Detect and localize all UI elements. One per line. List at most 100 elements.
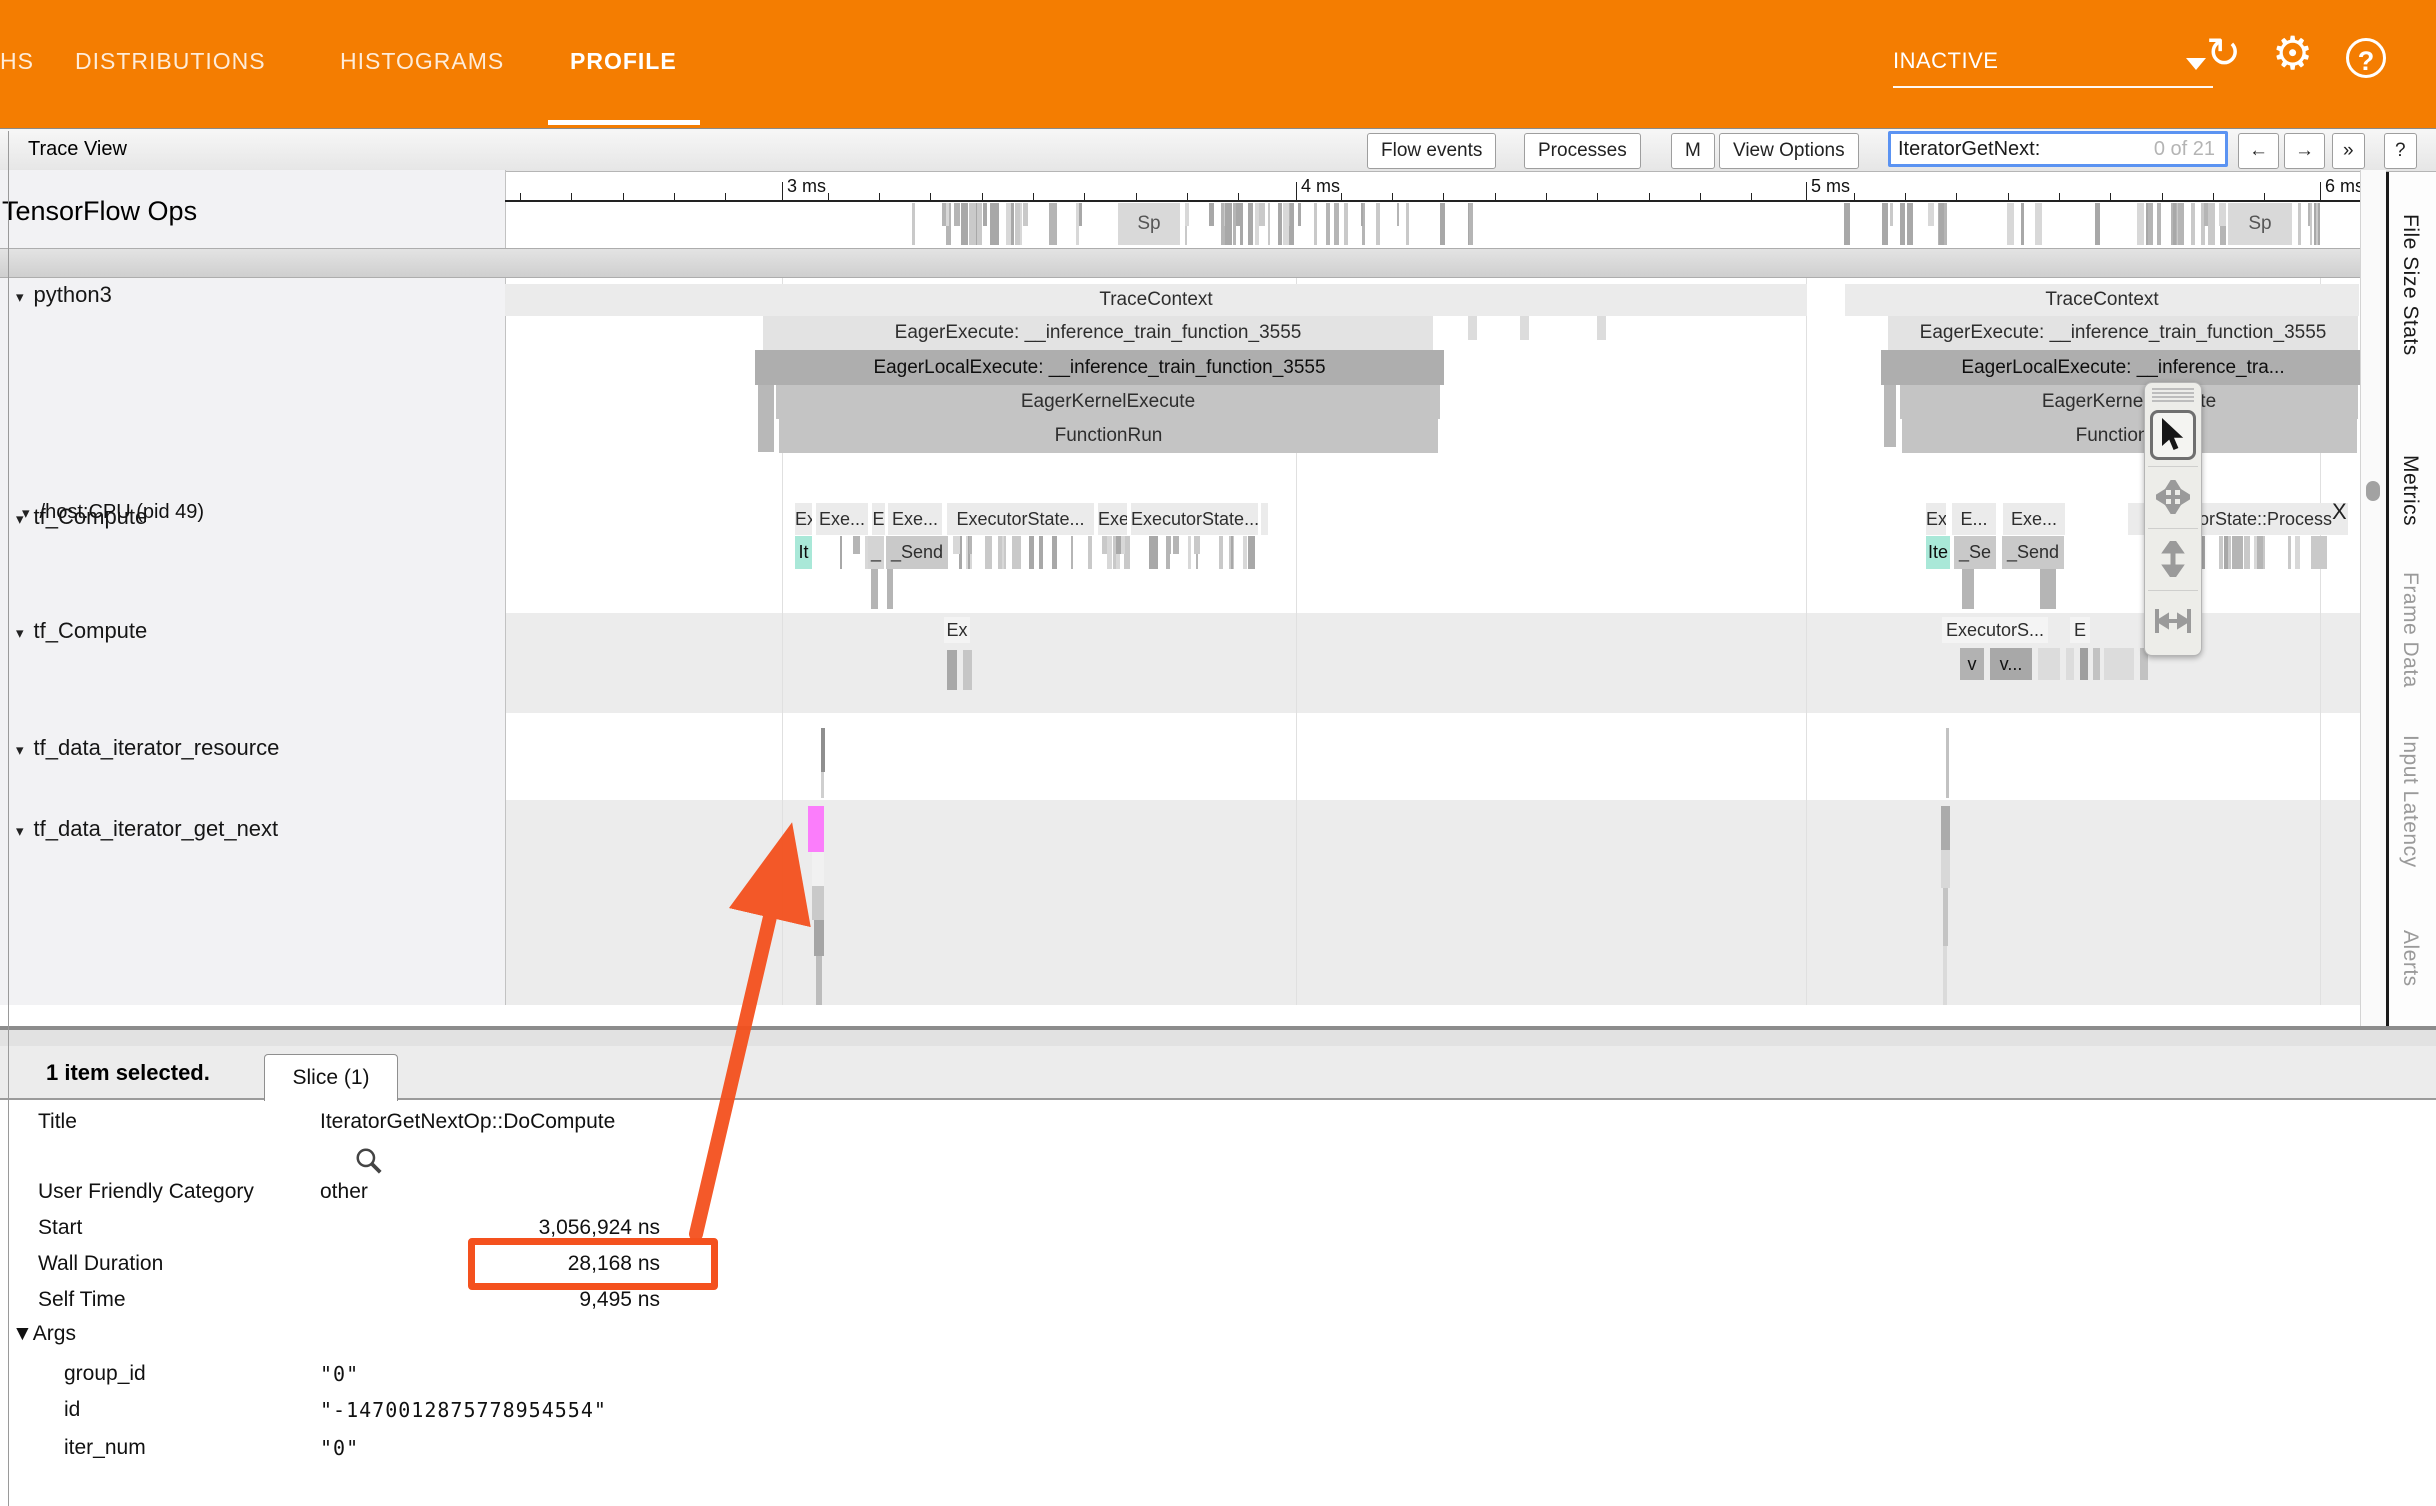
trace-slice[interactable]: EagerLocalExecute: __inference_tra...: [1881, 350, 2365, 385]
trace-slice[interactable]: EagerLocalExecute: __inference_train_fun…: [755, 350, 1444, 385]
trace-slice[interactable]: E: [872, 503, 885, 535]
search-nav-button[interactable]: →: [2284, 133, 2325, 169]
toolbar-button-processes[interactable]: Processes: [1524, 133, 1641, 169]
process-header-bar[interactable]: ▾/host:CPU (pid 49) X: [0, 248, 2360, 278]
trace-slice-unlabeled[interactable]: [758, 385, 774, 452]
palette-drag-handle[interactable]: [2152, 388, 2194, 402]
toolbar-button-m[interactable]: M: [1671, 133, 1715, 169]
trace-slice[interactable]: Exe...: [888, 503, 942, 535]
trace-slice-unlabeled[interactable]: [963, 650, 972, 690]
tab-profile[interactable]: PROFILE: [570, 48, 677, 75]
trace-slice-unlabeled[interactable]: [871, 569, 878, 609]
side-tab-frame-data[interactable]: Frame Data: [2398, 572, 2422, 688]
trace-slice-unlabeled[interactable]: [1468, 316, 1477, 340]
gear-icon[interactable]: ⚙: [2272, 32, 2313, 74]
trace-slice-unlabeled[interactable]: [1261, 503, 1268, 535]
trace-slice[interactable]: Ex: [944, 617, 970, 643]
trace-slice-unlabeled[interactable]: [1943, 946, 1947, 1005]
trace-slice[interactable]: EagerExecute: __inference_train_function…: [1888, 316, 2358, 350]
trace-slice[interactable]: Exe...: [2003, 503, 2065, 535]
trace-slice-unlabeled[interactable]: [2311, 536, 2327, 569]
help-icon[interactable]: ?: [2346, 38, 2386, 78]
side-tab-input-latency[interactable]: Input Latency: [2398, 735, 2422, 868]
trace-slice-unlabeled[interactable]: [1962, 569, 1974, 609]
toolbar-button-flow-events[interactable]: Flow events: [1367, 133, 1496, 169]
trace-slice[interactable]: _Se: [1954, 536, 1996, 569]
chevron-down-icon[interactable]: [2186, 58, 2206, 70]
trace-slice[interactable]: Exe: [1098, 503, 1127, 535]
trace-slice-unlabeled[interactable]: [1884, 385, 1896, 447]
trace-slice[interactable]: Exe...: [816, 503, 868, 535]
trace-slice-unlabeled[interactable]: [821, 772, 824, 798]
run-status-select[interactable]: INACTIVE: [1893, 48, 1998, 74]
trace-slice-unlabeled[interactable]: [2093, 648, 2100, 680]
selection-tool-button[interactable]: [2150, 410, 2196, 460]
trace-slice[interactable]: EagerKernelExecute: [1900, 385, 2358, 419]
trace-slice-unlabeled[interactable]: [1520, 316, 1529, 340]
trace-slice[interactable]: EagerKernelExecute: [776, 385, 1440, 419]
search-nav-button[interactable]: »: [2332, 133, 2365, 169]
trace-slice[interactable]: It: [795, 536, 812, 569]
trace-slice[interactable]: ExecutorState...: [1131, 503, 1258, 535]
trace-slice-unlabeled[interactable]: [1941, 806, 1950, 850]
tab-histograms[interactable]: HISTOGRAMS: [340, 48, 504, 75]
pan-tool-button[interactable]: [2150, 472, 2196, 522]
trace-slice-unlabeled[interactable]: [947, 650, 957, 690]
search-query[interactable]: IteratorGetNext:: [1898, 138, 2040, 161]
trace-slice[interactable]: v...: [1990, 648, 2032, 680]
magnifier-icon[interactable]: [354, 1146, 384, 1176]
trace-slice[interactable]: Sp: [1118, 203, 1180, 245]
side-tab-alerts[interactable]: Alerts: [2398, 930, 2422, 987]
collapse-triangle-icon[interactable]: ▾: [16, 742, 24, 759]
trace-slice-unlabeled[interactable]: [2080, 648, 2088, 680]
timing-tool-button[interactable]: [2150, 596, 2196, 646]
refresh-icon[interactable]: ↻: [2206, 32, 2241, 74]
search-nav-button[interactable]: ?: [2384, 133, 2417, 169]
zoom-tool-button[interactable]: [2150, 534, 2196, 584]
trace-slice[interactable]: E: [2070, 617, 2090, 643]
toolbar-button-view-options[interactable]: View Options: [1719, 133, 1859, 169]
trace-slice[interactable]: ExecutorS...: [1942, 617, 2048, 643]
trace-slice[interactable]: ExecutorState...: [947, 503, 1094, 535]
trace-slice-unlabeled[interactable]: [816, 956, 822, 1006]
trace-slice-unlabeled[interactable]: [1946, 728, 1949, 798]
trace-slice-unlabeled[interactable]: [812, 852, 824, 886]
collapse-triangle-icon[interactable]: ▾: [16, 289, 24, 306]
trace-slice-unlabeled[interactable]: [2066, 648, 2074, 680]
trace-slice-unlabeled[interactable]: [812, 886, 824, 920]
tab-distributions[interactable]: DISTRIBUTIONS: [75, 48, 266, 75]
trace-slice[interactable]: TraceContext: [505, 284, 1807, 316]
tab-hs[interactable]: HS: [0, 48, 34, 75]
trace-slice[interactable]: Ex: [795, 503, 812, 535]
collapse-triangle-icon[interactable]: ▾: [16, 511, 24, 528]
side-tab-metrics[interactable]: Metrics: [2398, 455, 2422, 526]
trace-slice[interactable]: Sp: [2228, 203, 2292, 245]
search-nav-button[interactable]: ←: [2238, 133, 2279, 169]
scrollbar-thumb[interactable]: [2366, 481, 2380, 501]
trace-slice[interactable]: Ex: [1926, 503, 1946, 535]
trace-slice-unlabeled[interactable]: [2104, 648, 2134, 680]
trace-slice[interactable]: Ite: [1926, 536, 1950, 569]
trace-slice[interactable]: FunctionRun: [779, 419, 1438, 453]
trace-slice-unlabeled[interactable]: [2038, 648, 2060, 680]
collapse-triangle-icon[interactable]: ▾: [16, 823, 24, 840]
trace-slice-unlabeled[interactable]: [1941, 850, 1950, 888]
tab-slice[interactable]: Slice (1): [264, 1054, 398, 1101]
trace-slice-unlabeled[interactable]: [821, 728, 825, 772]
trace-slice[interactable]: E...: [1952, 503, 1996, 535]
trace-slice[interactable]: TraceContext: [1845, 284, 2359, 316]
side-tab-file-size-stats[interactable]: File Size Stats: [2398, 214, 2422, 356]
collapse-triangle-icon[interactable]: ▾: [16, 625, 24, 642]
trace-slice-unlabeled[interactable]: [808, 806, 824, 852]
trace-slice-unlabeled[interactable]: [814, 920, 824, 956]
trace-slice[interactable]: _Send: [886, 536, 948, 569]
trace-slice-unlabeled[interactable]: [1943, 888, 1948, 946]
vertical-scrollbar[interactable]: [2360, 170, 2386, 1030]
trace-slice[interactable]: _: [868, 536, 884, 569]
trace-slice[interactable]: _Send: [2002, 536, 2064, 569]
trace-slice-unlabeled[interactable]: [2040, 569, 2056, 609]
trace-slice[interactable]: v: [1960, 648, 1984, 680]
panel-resize-strip[interactable]: [0, 1030, 2436, 1046]
close-process-button[interactable]: X: [2332, 499, 2347, 525]
trace-slice[interactable]: EagerExecute: __inference_train_function…: [763, 316, 1433, 350]
